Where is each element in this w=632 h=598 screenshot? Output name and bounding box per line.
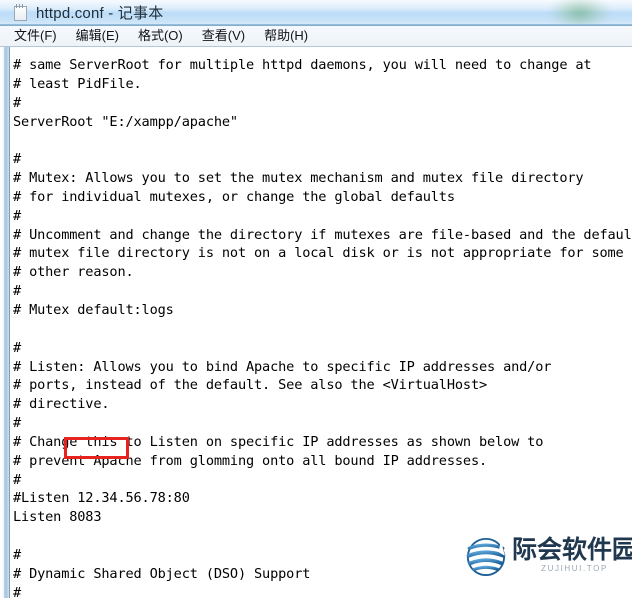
menu-edit[interactable]: 编辑(E) bbox=[76, 26, 128, 46]
text-line: #Listen 12.34.56.78:80 bbox=[13, 490, 190, 507]
title-bar[interactable]: httpd.conf - 记事本 bbox=[0, 0, 632, 26]
menu-bar: 文件(F) 编辑(E) 格式(O) 查看(V) 帮助(H) bbox=[0, 26, 632, 47]
text-line: # Change this to Listen on specific IP a… bbox=[13, 433, 544, 450]
text-line: Listen 8083 bbox=[13, 509, 102, 526]
text-line bbox=[13, 320, 632, 339]
text-line: # prevent Apache from glomming onto all … bbox=[13, 452, 488, 469]
menu-help[interactable]: 帮助(H) bbox=[264, 26, 317, 46]
text-line: # bbox=[13, 283, 22, 300]
menu-format[interactable]: 格式(O) bbox=[138, 26, 192, 46]
notepad-document-icon bbox=[14, 4, 29, 21]
menu-item-list: 文件(F) 编辑(E) 格式(O) 查看(V) 帮助(H) bbox=[14, 26, 327, 46]
notepad-icon-lines bbox=[16, 4, 25, 8]
text-lines: # same ServerRoot for multiple httpd dae… bbox=[13, 56, 632, 598]
text-line: # for individual mutexes, or change the … bbox=[13, 188, 455, 205]
text-line: # Dynamic Shared Object (DSO) Support bbox=[13, 565, 311, 582]
text-line: # bbox=[13, 339, 22, 356]
window-title: httpd.conf - 记事本 bbox=[36, 5, 164, 22]
text-line: # Mutex default:logs bbox=[13, 301, 174, 318]
text-line: # Mutex: Allows you to set the mutex mec… bbox=[13, 170, 584, 187]
text-line: # directive. bbox=[13, 396, 110, 413]
text-line: # Listen: Allows you to bind Apache to s… bbox=[13, 358, 552, 375]
notepad-icon-sheet bbox=[14, 6, 27, 21]
text-line: # bbox=[13, 415, 22, 432]
text-line bbox=[13, 527, 632, 546]
text-line: # least PidFile. bbox=[13, 75, 142, 92]
text-line: # bbox=[13, 546, 22, 563]
text-line: # bbox=[13, 151, 22, 168]
glass-background-artifact bbox=[548, 0, 612, 26]
text-line: # other reason. bbox=[13, 264, 134, 281]
text-line: # Uncomment and change the directory if … bbox=[13, 226, 632, 243]
text-line: # same ServerRoot for multiple httpd dae… bbox=[13, 57, 592, 73]
menu-file[interactable]: 文件(F) bbox=[14, 26, 66, 46]
text-line: # bbox=[13, 584, 22, 598]
text-edit-area[interactable]: # same ServerRoot for multiple httpd dae… bbox=[10, 47, 632, 598]
text-line: ServerRoot "E:/xampp/apache" bbox=[13, 113, 238, 130]
text-line bbox=[13, 131, 632, 150]
text-line: # bbox=[13, 94, 22, 111]
notepad-window: httpd.conf - 记事本 文件(F) 编辑(E) 格式(O) 查看(V) 帮助(… bbox=[0, 0, 632, 598]
menu-view[interactable]: 查看(V) bbox=[202, 26, 254, 46]
text-line: # bbox=[13, 207, 22, 224]
text-line: # ports, instead of the default. See als… bbox=[13, 377, 488, 394]
text-line: # bbox=[13, 471, 22, 488]
text-line: # mutex file directory is not on a local… bbox=[13, 245, 624, 262]
